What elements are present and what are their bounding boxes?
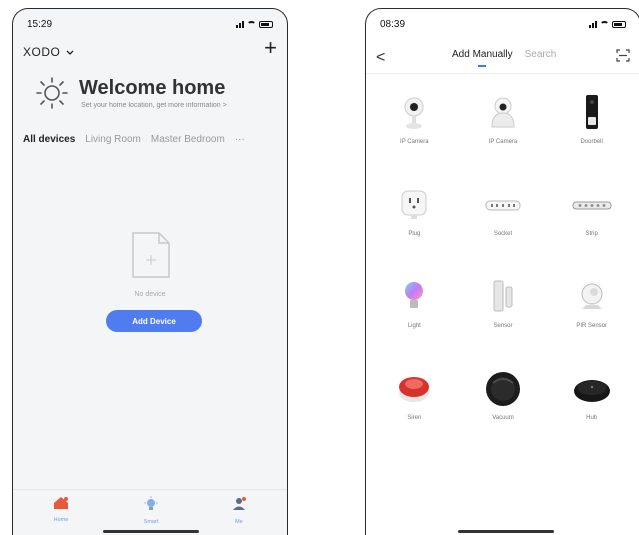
device-name: Vacuum [492, 415, 514, 421]
device-name: Socket [493, 231, 513, 237]
home-indicator [458, 530, 554, 533]
device-item[interactable]: Socket [459, 185, 548, 251]
no-device-text: No device [134, 291, 166, 298]
more-rooms-button[interactable]: ··· [235, 134, 245, 145]
smart-icon [144, 496, 158, 510]
device-name: Sensor [493, 323, 513, 329]
device-item[interactable]: Vacuum [459, 369, 548, 435]
device-name: Plug [408, 231, 421, 237]
tab-living-room[interactable]: Living Room [85, 134, 141, 145]
battery-icon [259, 20, 273, 28]
welcome-subtitle[interactable]: Set your home location, get more informa… [81, 102, 271, 109]
add-mode-tabs: Add Manually Search [452, 49, 557, 67]
home-name: XODO [23, 45, 61, 59]
device-name: Light [407, 323, 421, 329]
profile-icon [233, 497, 246, 510]
device-item[interactable]: Siren [370, 369, 459, 435]
light-bulb-icon [405, 282, 424, 308]
home-selector[interactable]: XODO [23, 45, 74, 59]
device-item[interactable]: Strip [547, 185, 636, 251]
signal-icon [236, 20, 244, 28]
pir-sensor-icon [581, 283, 603, 309]
tab-add-manually[interactable]: Add Manually [452, 49, 513, 67]
strip-icon [572, 201, 612, 210]
status-icons [589, 20, 626, 28]
battery-icon [612, 20, 626, 28]
ip-camera-icon [404, 97, 424, 129]
tab-me[interactable]: Me [219, 496, 259, 525]
signal-icon [589, 20, 597, 28]
tab-home[interactable]: Home [41, 496, 81, 523]
device-name: IP Camera [488, 139, 518, 145]
device-grid: IP Camera IP Camera Doorbell Plug Socket… [370, 93, 636, 435]
doorbell-icon [585, 95, 598, 129]
status-bar: 08:39 [376, 19, 628, 31]
device-item[interactable]: Hub [547, 369, 636, 435]
welcome-title: Welcome home [79, 77, 226, 99]
bottom-tab-bar: Home Smart Me [13, 489, 287, 535]
tab-smart-label: Smart [143, 519, 159, 525]
tab-me-label: Me [235, 519, 243, 525]
back-button[interactable]: < [376, 49, 385, 67]
device-item[interactable]: Light [370, 277, 459, 343]
device-name: Doorbell [580, 139, 603, 145]
header-divider [366, 73, 639, 74]
device-item[interactable]: PIR Sensor [547, 277, 636, 343]
tab-home-label: Home [53, 517, 69, 523]
device-item[interactable]: IP Camera [459, 93, 548, 159]
home-screen: 15:29 XODO + Welcome home Set your home … [12, 8, 288, 535]
device-item[interactable]: IP Camera [370, 93, 459, 159]
status-time: 08:39 [380, 19, 406, 30]
device-name: PIR Sensor [576, 323, 607, 329]
device-item[interactable]: Sensor [459, 277, 548, 343]
scan-icon[interactable] [616, 49, 630, 62]
wifi-icon [247, 20, 256, 28]
status-icons [236, 20, 273, 28]
tab-search[interactable]: Search [525, 49, 557, 60]
home-icon [54, 497, 68, 509]
tab-all-devices[interactable]: All devices [23, 134, 75, 145]
add-button[interactable]: + [264, 37, 277, 59]
room-tabs: All devices Living Room Master Bedroom ·… [23, 134, 279, 145]
tab-master-bedroom[interactable]: Master Bedroom [151, 134, 225, 145]
vacuum-icon [485, 372, 520, 406]
device-name: Hub [586, 415, 598, 421]
ptz-camera-icon [491, 97, 515, 128]
device-name: Strip [585, 231, 598, 237]
tab-smart[interactable]: Smart [131, 496, 171, 525]
socket-icon [485, 200, 521, 211]
empty-document-icon [132, 232, 170, 278]
add-device-screen: 08:39 < Add Manually Search IP Camera IP… [365, 8, 639, 535]
status-bar: 15:29 [23, 19, 275, 31]
wifi-icon [600, 20, 609, 28]
add-device-button[interactable]: Add Device [106, 310, 202, 332]
device-name: Siren [407, 415, 422, 421]
chevron-down-icon [66, 50, 74, 55]
device-item[interactable]: Doorbell [547, 93, 636, 159]
home-indicator [103, 530, 199, 533]
hub-icon [573, 380, 610, 402]
plug-icon [401, 190, 427, 219]
siren-icon [399, 377, 430, 402]
door-sensor-icon [493, 280, 513, 312]
device-item[interactable]: Plug [370, 185, 459, 251]
sun-icon [36, 77, 68, 109]
status-time: 15:29 [27, 19, 53, 30]
device-name: IP Camera [400, 139, 429, 145]
welcome-subtitle-text: Set your home location, get more informa… [81, 102, 221, 109]
